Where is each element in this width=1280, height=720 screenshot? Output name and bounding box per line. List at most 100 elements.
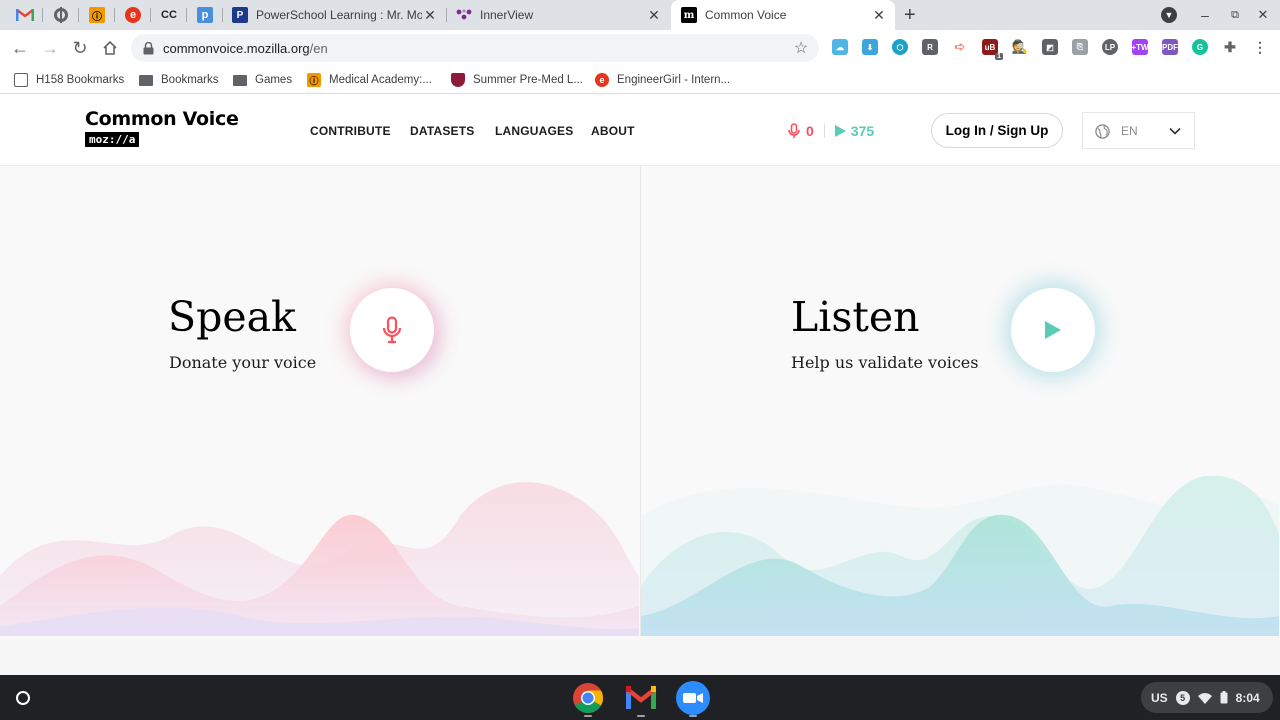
zoom-app[interactable] bbox=[676, 681, 710, 715]
close-window-icon[interactable]: ✕ bbox=[1254, 6, 1272, 24]
bookmark-label: Medical Academy:... bbox=[329, 74, 432, 86]
mozilla-wordmark: moz://a bbox=[85, 132, 140, 147]
lp-extension-icon[interactable]: LP bbox=[1102, 39, 1118, 55]
download-extension-icon[interactable]: ⬇ bbox=[862, 39, 878, 55]
battery-icon bbox=[1220, 691, 1228, 704]
zoom-icon bbox=[683, 693, 703, 703]
speak-wave-decoration bbox=[0, 482, 639, 636]
login-signup-button[interactable]: Log In / Sign Up bbox=[931, 113, 1063, 148]
recorded-count: 0 bbox=[806, 123, 814, 139]
pinned-tab-p[interactable]: p bbox=[192, 4, 218, 26]
browser-toolbar: ← → ↻ commonvoice.mozilla.org/en ☆ ☁ ⬇ ⬡… bbox=[0, 30, 1280, 66]
restore-icon[interactable]: ⧉ bbox=[1226, 6, 1244, 24]
bookmark-label: Bookmarks bbox=[161, 74, 219, 86]
cloud-extension-icon[interactable]: ☁ bbox=[832, 39, 848, 55]
bookmark-h158[interactable]: H158 Bookmarks bbox=[14, 71, 124, 89]
pinned-tab-engineergirl[interactable]: e bbox=[120, 4, 146, 26]
input-method: US bbox=[1151, 690, 1168, 705]
microphone-icon bbox=[382, 316, 402, 344]
speak-title: Speak bbox=[168, 293, 296, 341]
pinned-tab-cc[interactable]: CC bbox=[156, 4, 182, 26]
globe-icon bbox=[54, 7, 68, 23]
speak-panel[interactable]: Speak Donate your voice bbox=[0, 166, 639, 636]
pdf-extension-icon[interactable]: PDF bbox=[1162, 39, 1178, 55]
common-voice-logo[interactable]: Common Voice moz://a bbox=[85, 108, 239, 148]
close-icon[interactable]: ✕ bbox=[646, 7, 662, 23]
tab-powerschool[interactable]: P PowerSchool Learning : Mr. Morc ✕ bbox=[222, 0, 446, 30]
speak-mic-button[interactable] bbox=[350, 288, 434, 372]
bookmark-bookmarks[interactable]: Bookmarks bbox=[139, 71, 219, 89]
wifi-icon bbox=[1197, 692, 1212, 704]
contribution-stats[interactable]: 0 375 bbox=[788, 121, 874, 141]
tab-innerview[interactable]: InnerView ✕ bbox=[446, 0, 670, 30]
validated-count: 375 bbox=[850, 123, 875, 139]
page-continuation bbox=[0, 636, 1280, 675]
microphone-icon bbox=[788, 123, 800, 138]
plus-icon: + bbox=[904, 3, 916, 26]
pinned-tab-gmail[interactable] bbox=[12, 4, 38, 26]
play-icon bbox=[834, 125, 846, 137]
language-code: EN bbox=[1121, 124, 1138, 138]
ublock-badge: 1 bbox=[995, 53, 1003, 60]
url-text: commonvoice.mozilla.org/en bbox=[163, 41, 328, 56]
hex-extension-icon[interactable]: ⬡ bbox=[892, 39, 908, 55]
brand-name: Common Voice bbox=[85, 108, 239, 130]
home-icon[interactable] bbox=[98, 36, 122, 60]
engineergirl-icon: e bbox=[595, 73, 609, 87]
spy-extension-icon[interactable]: 🕵 bbox=[1012, 39, 1028, 55]
nav-languages[interactable]: LANGUAGES bbox=[495, 124, 573, 138]
tab-common-voice[interactable]: m Common Voice ✕ bbox=[671, 0, 895, 30]
tab-strip: ⓘ e CC p P PowerSchool Learning : Mr. Mo… bbox=[0, 0, 1280, 30]
launcher-button[interactable] bbox=[8, 683, 38, 713]
arrow-extension-icon[interactable]: ➪ bbox=[952, 39, 968, 55]
listen-panel[interactable]: Listen Help us validate voices bbox=[640, 166, 1279, 636]
bookmark-medical-academy[interactable]: ⓘ Medical Academy:... bbox=[307, 71, 432, 89]
bookmark-folder-icon bbox=[14, 73, 28, 87]
os-shelf: US 5 8:04 bbox=[0, 675, 1280, 720]
site-header: Common Voice moz://a CONTRIBUTE DATASETS… bbox=[0, 95, 1280, 166]
new-tab-button[interactable]: + bbox=[904, 0, 926, 30]
speak-subtitle: Donate your voice bbox=[169, 353, 317, 372]
forward-icon[interactable]: → bbox=[38, 36, 62, 60]
nav-contribute[interactable]: CONTRIBUTE bbox=[310, 124, 391, 138]
tab-title: InnerView bbox=[480, 8, 534, 22]
status-tray[interactable]: US 5 8:04 bbox=[1141, 682, 1273, 713]
copy-extension-icon[interactable]: ⎘ bbox=[1072, 39, 1088, 55]
close-icon[interactable]: ✕ bbox=[871, 7, 887, 23]
medical-academy-icon: ⓘ bbox=[307, 73, 321, 87]
reader-extension-icon[interactable]: ◩ bbox=[1042, 39, 1058, 55]
puzzle-icon[interactable]: ✚ bbox=[1222, 39, 1238, 55]
menu-icon[interactable]: ⋮ bbox=[1252, 39, 1268, 55]
nav-datasets[interactable]: DATASETS bbox=[410, 124, 475, 138]
address-bar[interactable]: commonvoice.mozilla.org/en ☆ bbox=[131, 34, 819, 62]
star-icon[interactable]: ☆ bbox=[791, 37, 811, 59]
minimize-icon[interactable]: – bbox=[1196, 6, 1214, 24]
powerschool-icon: P bbox=[232, 7, 248, 23]
bookmark-label: Games bbox=[255, 74, 293, 86]
engineergirl-icon: e bbox=[125, 7, 141, 23]
bookmark-summer-premed[interactable]: Summer Pre-Med L... bbox=[451, 71, 583, 89]
listen-play-button[interactable] bbox=[1011, 288, 1095, 372]
tw-extension-icon[interactable]: +TW bbox=[1131, 39, 1149, 55]
chevron-down-icon bbox=[1169, 127, 1181, 135]
cc-icon: CC bbox=[161, 9, 177, 21]
clock-time: 8:04 bbox=[1235, 690, 1260, 705]
ublock-extension-icon[interactable]: uB 1 bbox=[982, 39, 1003, 60]
language-selector[interactable]: EN bbox=[1082, 112, 1195, 149]
r-extension-icon[interactable]: R bbox=[922, 39, 938, 55]
back-icon[interactable]: ← bbox=[8, 36, 32, 60]
pinned-tab-medical-academy[interactable]: ⓘ bbox=[84, 4, 110, 26]
listen-subtitle: Help us validate voices bbox=[791, 353, 979, 372]
reload-icon[interactable]: ↻ bbox=[68, 36, 92, 60]
gmail-app[interactable] bbox=[624, 681, 658, 715]
gmail-icon bbox=[16, 9, 34, 21]
grammarly-extension-icon[interactable]: G bbox=[1192, 39, 1208, 55]
contribute-hero: Speak Donate your voice Listen Help us v… bbox=[0, 166, 1280, 636]
close-icon[interactable]: ✕ bbox=[422, 7, 438, 23]
tab-search-icon[interactable]: ▼ bbox=[1161, 7, 1177, 23]
nav-about[interactable]: ABOUT bbox=[591, 124, 635, 138]
pinned-tab-globe[interactable] bbox=[48, 4, 74, 26]
bookmark-engineergirl[interactable]: e EngineerGirl - Intern... bbox=[595, 71, 730, 89]
chrome-app[interactable] bbox=[571, 681, 605, 715]
bookmark-games[interactable]: Games bbox=[233, 71, 292, 89]
